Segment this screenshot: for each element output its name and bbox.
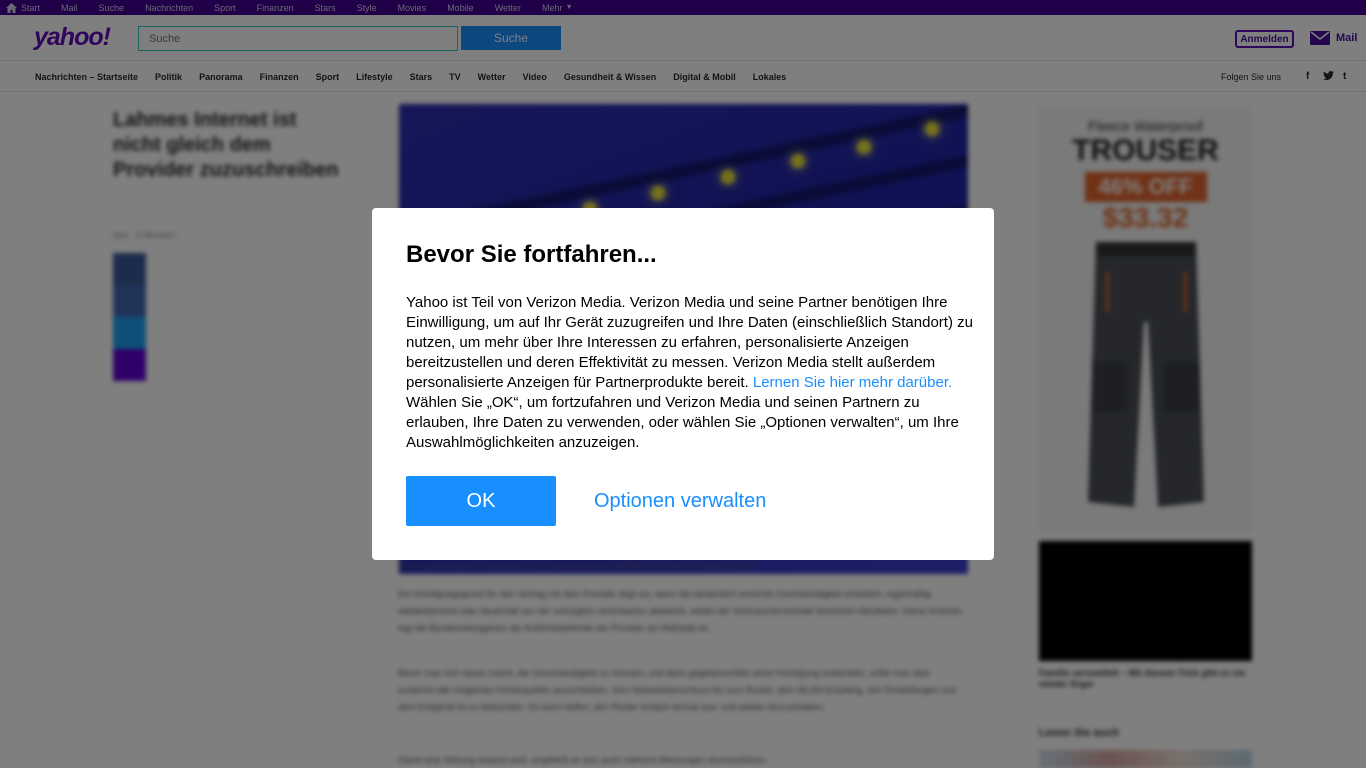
manage-options-button[interactable]: Optionen verwalten: [594, 490, 766, 513]
consent-dialog: Bevor Sie fortfahren... Yahoo ist Teil v…: [372, 208, 994, 560]
learn-more-link[interactable]: Lernen Sie hier mehr darüber.: [753, 374, 952, 391]
dialog-title: Bevor Sie fortfahren...: [406, 241, 657, 268]
ok-button[interactable]: OK: [406, 476, 556, 526]
dialog-body-text: Wählen Sie „OK“, um fortzufahren und Ver…: [406, 394, 959, 451]
dialog-body: Yahoo ist Teil von Verizon Media. Verizo…: [406, 293, 978, 453]
